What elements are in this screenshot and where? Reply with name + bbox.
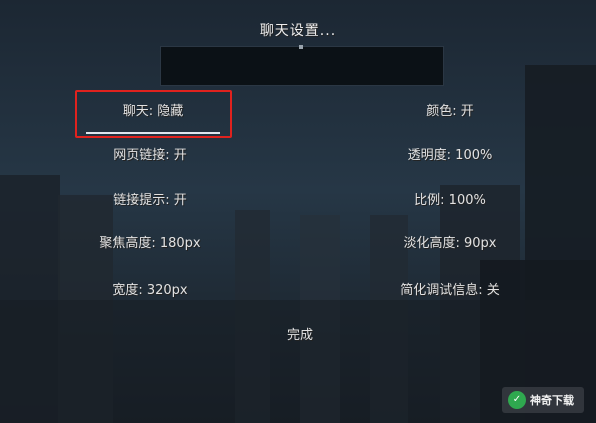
- screen-title: 聊天设置...: [259, 23, 337, 39]
- focus-height-slider[interactable]: 聚焦高度: 180px: [70, 232, 230, 256]
- selection-highlight-box: [75, 90, 232, 138]
- watermark-text: 神奇下载: [530, 394, 574, 407]
- title-banner: [160, 45, 444, 86]
- fade-height-slider[interactable]: 淡化高度: 90px: [370, 232, 530, 256]
- opacity-slider[interactable]: 透明度: 100%: [370, 144, 530, 168]
- watermark-logo-icon: ✓: [508, 391, 526, 409]
- banner-dot: [299, 45, 303, 49]
- link-prompt-button[interactable]: 链接提示: 开: [70, 189, 230, 213]
- reduced-debug-info-button[interactable]: 简化调试信息: 关: [370, 279, 530, 303]
- web-links-button[interactable]: 网页链接: 开: [70, 144, 230, 168]
- site-watermark: ✓ 神奇下载: [502, 387, 584, 413]
- color-button[interactable]: 颜色: 开: [370, 100, 530, 124]
- done-button[interactable]: 完成: [220, 324, 380, 348]
- scale-slider[interactable]: 比例: 100%: [370, 189, 530, 213]
- width-slider[interactable]: 宽度: 320px: [70, 279, 230, 303]
